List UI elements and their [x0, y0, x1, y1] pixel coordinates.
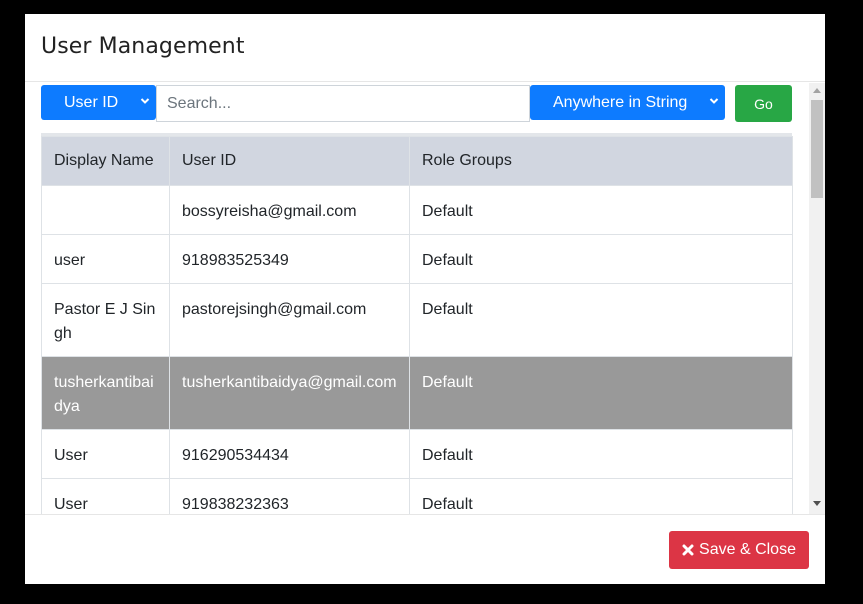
cell-role-groups: Default: [409, 356, 793, 430]
table-row[interactable]: user 918983525349 Default: [41, 234, 793, 284]
table-row[interactable]: bossyreisha@gmail.com Default: [41, 185, 793, 235]
search-field-select-value: User ID: [64, 93, 119, 111]
cell-user-id: 918983525349: [169, 234, 410, 284]
modal-footer: Save & Close: [25, 514, 825, 584]
chevron-down-icon: [709, 98, 719, 104]
cell-role-groups: Default: [409, 234, 793, 284]
user-management-modal: User Management User ID Anywhere in Stri…: [25, 14, 825, 584]
cell-role-groups: Default: [409, 185, 793, 235]
cell-user-id: pastorejsingh@gmail.com: [169, 283, 410, 357]
cell-display-name: User: [41, 429, 170, 479]
scrollbar-thumb[interactable]: [811, 100, 823, 198]
times-icon: [682, 544, 694, 556]
column-header-role-groups[interactable]: Role Groups: [409, 136, 793, 186]
match-mode-select[interactable]: Anywhere in String: [530, 85, 725, 120]
cell-role-groups: Default: [409, 283, 793, 357]
match-mode-select-value: Anywhere in String: [553, 93, 688, 111]
users-table-wrapper: Display Name User ID Role Groups bossyre…: [41, 133, 793, 514]
search-input[interactable]: [156, 85, 530, 122]
scroll-down-arrow-icon[interactable]: [813, 501, 821, 506]
cell-display-name: Pastor E J Singh: [41, 283, 170, 357]
cell-display-name: tusherkantibaidya: [41, 356, 170, 430]
modal-body: User ID Anywhere in String Go Display Na…: [25, 83, 825, 514]
cell-user-id: bossyreisha@gmail.com: [169, 185, 410, 235]
chevron-down-icon: [140, 98, 150, 104]
go-button[interactable]: Go: [735, 85, 792, 122]
cell-display-name: user: [41, 234, 170, 284]
vertical-scrollbar[interactable]: [809, 83, 825, 514]
modal-header: User Management: [25, 14, 825, 82]
cell-display-name: User: [41, 478, 170, 514]
column-header-display-name[interactable]: Display Name: [41, 136, 170, 186]
table-header-row: Display Name User ID Role Groups: [41, 136, 793, 186]
users-table: Display Name User ID Role Groups bossyre…: [41, 136, 793, 514]
column-header-user-id[interactable]: User ID: [169, 136, 410, 186]
table-row[interactable]: User 916290534434 Default: [41, 429, 793, 479]
table-row-selected[interactable]: tusherkantibaidya tusherkantibaidya@gmai…: [41, 356, 793, 430]
cell-role-groups: Default: [409, 429, 793, 479]
save-close-button[interactable]: Save & Close: [669, 531, 809, 569]
cell-user-id: tusherkantibaidya@gmail.com: [169, 356, 410, 430]
cell-display-name: [41, 185, 170, 235]
cell-user-id: 916290534434: [169, 429, 410, 479]
search-field-select[interactable]: User ID: [41, 85, 156, 120]
cell-role-groups: Default: [409, 478, 793, 514]
table-row[interactable]: Pastor E J Singh pastorejsingh@gmail.com…: [41, 283, 793, 357]
cell-user-id: 919838232363: [169, 478, 410, 514]
scroll-up-arrow-icon[interactable]: [813, 88, 821, 93]
save-close-label: Save & Close: [699, 541, 796, 558]
modal-title: User Management: [41, 34, 245, 59]
table-row[interactable]: User 919838232363 Default: [41, 478, 793, 514]
search-toolbar: User ID Anywhere in String Go: [41, 85, 793, 122]
